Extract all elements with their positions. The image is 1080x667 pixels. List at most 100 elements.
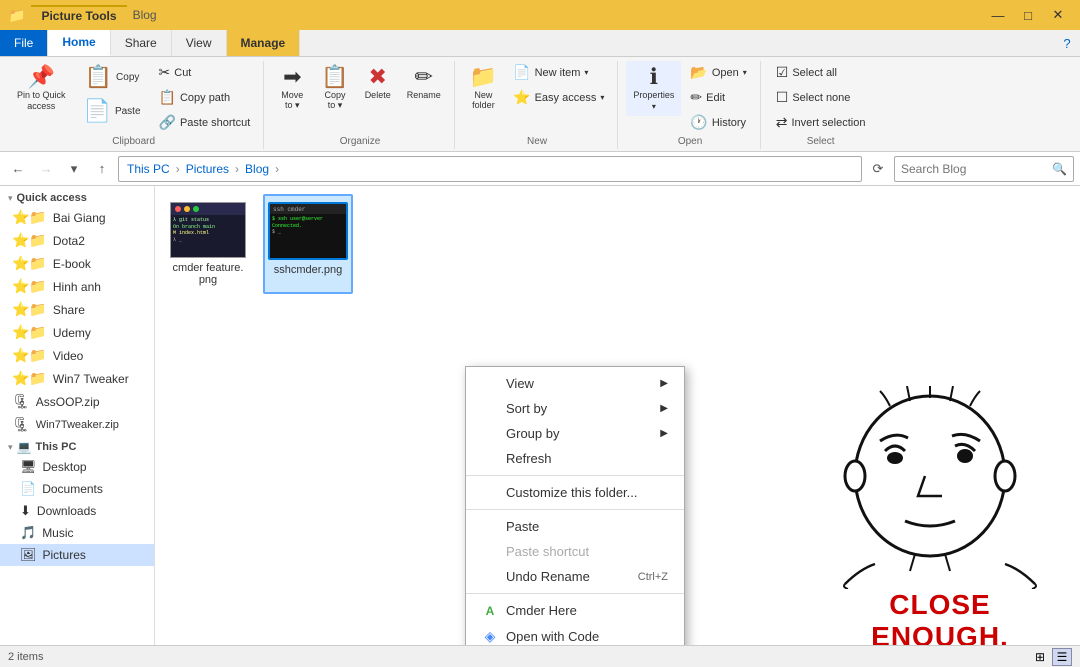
sidebar-item-pictures[interactable]: 🖼 Pictures xyxy=(0,544,154,566)
ctx-customize[interactable]: Customize this folder... xyxy=(466,480,684,505)
close-button[interactable]: ✕ xyxy=(1044,5,1072,25)
tab-file[interactable]: File xyxy=(0,30,48,56)
sidebar-item-music[interactable]: 🎵 Music xyxy=(0,522,154,544)
forward-button[interactable]: → xyxy=(34,157,58,181)
tab-home[interactable]: Home xyxy=(48,30,110,56)
ctx-customize-label: Customize this folder... xyxy=(506,485,638,500)
ctx-open-code[interactable]: ◈ Open with Code xyxy=(466,623,684,645)
new-item-button[interactable]: 📄 New item ▾ xyxy=(506,61,611,84)
paste-shortcut-icon: 🔗 xyxy=(159,114,176,131)
quick-access-header[interactable]: ▾ Quick access xyxy=(0,190,154,206)
ctx-undo-rename[interactable]: Undo Rename Ctrl+Z xyxy=(466,564,684,589)
this-pc-header[interactable]: ▾ 💻 This PC xyxy=(0,436,154,456)
move-to-icon: ➡ xyxy=(283,66,301,88)
file-sshcmder[interactable]: ssh cmder $ ssh user@server Connected. $… xyxy=(263,194,353,294)
sidebar-item-share[interactable]: ⭐📁 Share xyxy=(0,298,154,321)
cmder-thumbnail: λ git status On branch main M index.html… xyxy=(170,202,246,258)
open-button[interactable]: 📂 Open ▾ xyxy=(683,61,753,84)
details-view-button[interactable]: ☰ xyxy=(1052,648,1072,666)
ctx-sort-label: Sort by xyxy=(506,401,547,416)
tab-manage[interactable]: Manage xyxy=(227,30,301,56)
sidebar-item-documents[interactable]: 📄 Documents xyxy=(0,478,154,500)
up-button[interactable]: ↑ xyxy=(90,157,114,181)
breadcrumb-blog[interactable]: Blog xyxy=(245,162,269,176)
sidebar-item-win7tweaker[interactable]: ⭐📁 Win7 Tweaker xyxy=(0,367,154,390)
ribbon-content: 📌 Pin to Quickaccess 📋 Copy 📄 Paste xyxy=(0,57,1080,151)
new-folder-icon: 📁 xyxy=(470,66,497,88)
this-pc-expand: ▾ xyxy=(8,442,13,453)
ctx-sort-by[interactable]: Sort by ▶ xyxy=(466,396,684,421)
ctx-undo-shortcut: Ctrl+Z xyxy=(638,571,668,583)
paste-shortcut-button[interactable]: 🔗 Paste shortcut xyxy=(152,111,258,134)
easy-access-label: Easy access xyxy=(535,92,597,104)
file-cmder[interactable]: λ git status On branch main M index.html… xyxy=(163,194,253,294)
rename-button[interactable]: ✏ Rename xyxy=(400,61,448,105)
properties-label: Properties xyxy=(633,90,674,100)
sidebar-desktop-label: Desktop xyxy=(43,460,87,474)
address-field[interactable]: This PC › Pictures › Blog › xyxy=(118,156,862,182)
breadcrumb-this-pc[interactable]: This PC xyxy=(127,162,170,176)
sidebar-win7tweakerzip-label: Win7Tweaker.zip xyxy=(36,419,119,431)
sidebar-item-baigiang[interactable]: ⭐📁 Bai Giang xyxy=(0,206,154,229)
properties-button[interactable]: ℹ Properties ▾ xyxy=(626,61,681,116)
maximize-button[interactable]: □ xyxy=(1014,5,1042,25)
edit-button[interactable]: ✏ Edit xyxy=(683,86,753,109)
copy-path-button[interactable]: 📋 Copy path xyxy=(152,86,258,109)
copy-to-button[interactable]: 📋 Copyto ▾ xyxy=(314,61,355,116)
history-button[interactable]: 🕐 History xyxy=(683,111,753,134)
ctx-paste[interactable]: Paste xyxy=(466,514,684,539)
folder-win7tweaker-icon: ⭐📁 xyxy=(12,370,47,387)
copy-paste-stack: 📋 Copy 📄 Paste xyxy=(75,61,150,127)
file-area[interactable]: λ git status On branch main M index.html… xyxy=(155,186,1080,645)
cut-button[interactable]: ✂ Cut xyxy=(152,61,258,84)
sidebar-music-label: Music xyxy=(42,526,73,540)
search-box[interactable]: 🔍 xyxy=(894,156,1074,182)
ctx-group-by[interactable]: Group by ▶ xyxy=(466,421,684,446)
delete-button[interactable]: ✖ Delete xyxy=(358,61,398,105)
refresh-button[interactable]: ⟳ xyxy=(866,157,890,181)
copy-button[interactable]: 📋 Copy xyxy=(75,61,150,93)
new-folder-button[interactable]: 📁 Newfolder xyxy=(463,61,504,115)
select-all-button[interactable]: ☑ Select all xyxy=(769,61,873,84)
sidebar-item-downloads[interactable]: ⬇ Downloads xyxy=(0,500,154,522)
recent-locations-button[interactable]: ▾ xyxy=(62,157,86,181)
quick-access-label: Quick access xyxy=(17,192,87,204)
ctx-view-label: View xyxy=(506,376,534,391)
ctx-refresh[interactable]: Refresh xyxy=(466,446,684,471)
sidebar-item-dota2[interactable]: ⭐📁 Dota2 xyxy=(0,229,154,252)
sidebar-item-ebook[interactable]: ⭐📁 E-book xyxy=(0,252,154,275)
history-icon: 🕐 xyxy=(690,114,707,131)
open-icon: 📂 xyxy=(690,64,707,81)
folder-udemy-icon: ⭐📁 xyxy=(12,324,47,341)
sidebar-item-desktop[interactable]: 🖥 Desktop xyxy=(0,456,154,478)
easy-access-button[interactable]: ⭐ Easy access ▾ xyxy=(506,86,611,109)
copy-path-label: Copy path xyxy=(180,92,230,104)
paste-button[interactable]: 📄 Paste xyxy=(75,95,150,127)
sidebar-item-hinhanh[interactable]: ⭐📁 Hinh anh xyxy=(0,275,154,298)
folder-baigiang-icon: ⭐📁 xyxy=(12,209,47,226)
sidebar-item-assoop[interactable]: 🗜 AssOOP.zip xyxy=(0,390,154,413)
help-button[interactable]: ? xyxy=(1054,30,1080,56)
cmder-filename: cmder feature.png xyxy=(171,262,245,286)
large-icons-view-button[interactable]: ⊞ xyxy=(1030,648,1050,666)
move-to-button[interactable]: ➡ Moveto ▾ xyxy=(272,61,312,116)
sidebar-item-video[interactable]: ⭐📁 Video xyxy=(0,344,154,367)
invert-selection-button[interactable]: ⇄ Invert selection xyxy=(769,111,873,134)
tab-share[interactable]: Share xyxy=(111,30,172,56)
search-input[interactable] xyxy=(901,162,1052,176)
breadcrumb-pictures[interactable]: Pictures xyxy=(186,162,229,176)
title-bar-controls: — □ ✕ xyxy=(984,5,1072,25)
back-button[interactable]: ← xyxy=(6,157,30,181)
sidebar-item-win7tweakerzip[interactable]: 🗜 Win7Tweaker.zip xyxy=(0,413,154,436)
pin-quick-access-button[interactable]: 📌 Pin to Quickaccess xyxy=(10,61,73,117)
select-none-button[interactable]: ☐ Select none xyxy=(769,86,873,109)
ctx-group-label: Group by xyxy=(506,426,559,441)
organize-label: Organize xyxy=(272,134,447,147)
minimize-button[interactable]: — xyxy=(984,5,1012,25)
tab-view[interactable]: View xyxy=(172,30,227,56)
ctx-cmder-here[interactable]: A Cmder Here xyxy=(466,598,684,623)
copy-to-label: Copyto ▾ xyxy=(324,90,345,111)
ctx-view[interactable]: View ▶ xyxy=(466,371,684,396)
sidebar-item-udemy[interactable]: ⭐📁 Udemy xyxy=(0,321,154,344)
ctx-paste-shortcut[interactable]: Paste shortcut xyxy=(466,539,684,564)
